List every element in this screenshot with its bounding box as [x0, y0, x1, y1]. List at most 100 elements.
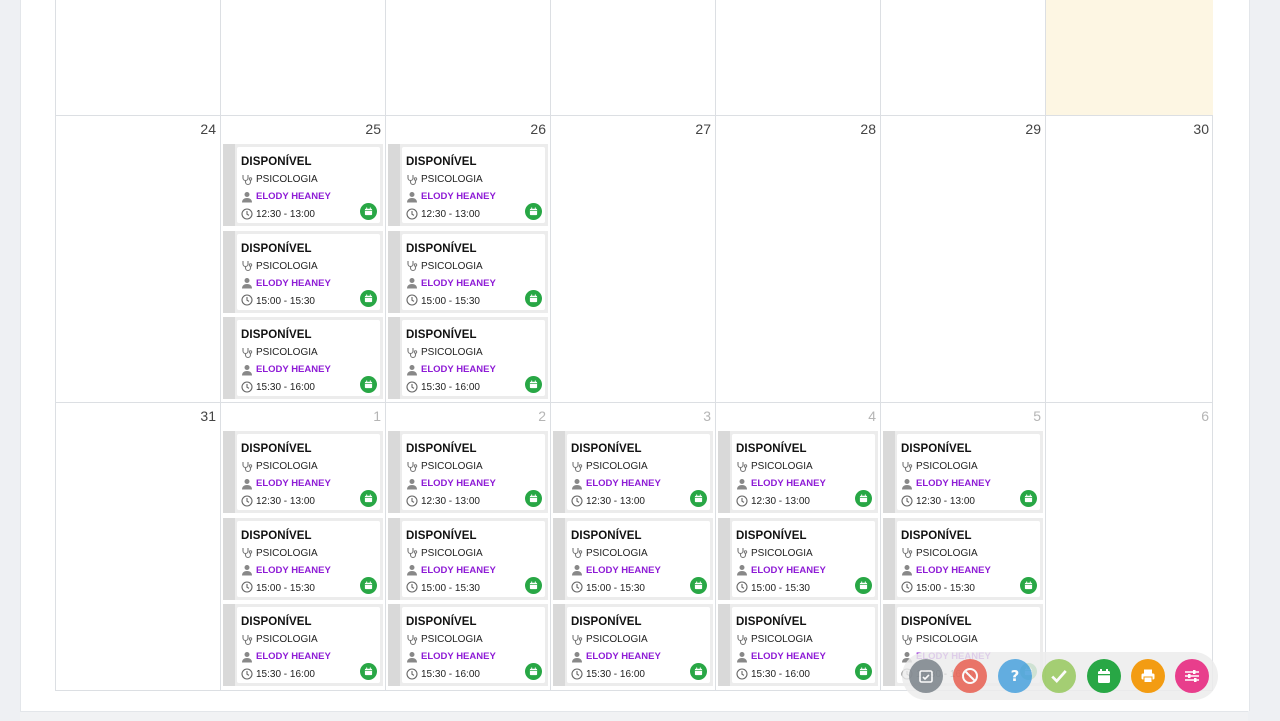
calendar-icon	[694, 494, 703, 503]
appointment-slot[interactable]: DISPONÍVEL PSICOLOGIA ELODY HEANEY 12:30…	[553, 431, 713, 513]
schedule-calendar-button[interactable]	[690, 490, 707, 507]
doctor-icon	[901, 478, 913, 490]
day-slot-list: DISPONÍVEL PSICOLOGIA ELODY HEANEY 12:30…	[553, 431, 713, 691]
cancel-button[interactable]	[953, 659, 987, 693]
calendar-day-cell[interactable]: 4 DISPONÍVEL PSICOLOGIA ELODY HEANEY 12:…	[716, 403, 881, 690]
filter-button[interactable]	[1175, 659, 1209, 693]
calendar-day-cell[interactable]: 1 DISPONÍVEL PSICOLOGIA ELODY HEANEY 12:…	[221, 403, 386, 690]
calendar-day-cell[interactable]	[716, 0, 881, 116]
appointment-slot[interactable]: DISPONÍVEL PSICOLOGIA ELODY HEANEY 15:00…	[883, 517, 1043, 600]
clock-icon	[406, 494, 418, 507]
stethoscope-icon	[241, 347, 253, 359]
schedule-calendar-button[interactable]	[525, 576, 542, 594]
appointment-slot[interactable]: DISPONÍVEL PSICOLOGIA ELODY HEANEY 15:30…	[718, 604, 878, 686]
calendar-day-cell[interactable]: 3 DISPONÍVEL PSICOLOGIA ELODY HEANEY 12:…	[551, 403, 716, 690]
appointment-slot[interactable]: DISPONÍVEL PSICOLOGIA ELODY HEANEY 12:30…	[388, 431, 548, 513]
schedule-calendar-button[interactable]	[1020, 490, 1037, 507]
appointment-slot[interactable]: DISPONÍVEL PSICOLOGIA ELODY HEANEY 15:30…	[223, 317, 383, 399]
check-button[interactable]	[1042, 659, 1076, 693]
calendar-icon	[1024, 580, 1033, 590]
calendar-day-cell[interactable]	[1046, 0, 1213, 116]
calendar-day-cell[interactable]	[56, 0, 221, 116]
appointment-slot[interactable]: DISPONÍVEL PSICOLOGIA ELODY HEANEY 15:00…	[223, 230, 383, 313]
schedule-calendar-button[interactable]	[525, 376, 542, 393]
calendar-day-cell[interactable]: 29	[881, 116, 1046, 403]
clock-icon	[406, 294, 418, 306]
stethoscope-icon	[241, 634, 253, 646]
schedule-calendar-button[interactable]	[525, 289, 542, 307]
calendar-icon	[694, 667, 703, 676]
schedule-calendar-button[interactable]	[690, 576, 707, 594]
calendar-day-cell[interactable]	[551, 0, 716, 116]
calendar-day-cell[interactable]: 24	[56, 116, 221, 403]
slot-specialty: PSICOLOGIA	[256, 347, 318, 358]
schedule-calendar-button[interactable]	[525, 490, 542, 507]
schedule-calendar-button[interactable]	[360, 376, 377, 393]
calendar-icon	[364, 580, 373, 590]
appointment-slot[interactable]: DISPONÍVEL PSICOLOGIA ELODY HEANEY 15:30…	[223, 604, 383, 686]
available-button[interactable]	[1087, 659, 1121, 693]
schedule-calendar-button[interactable]	[360, 663, 377, 680]
appointment-slot[interactable]: DISPONÍVEL PSICOLOGIA ELODY HEANEY 12:30…	[883, 431, 1043, 513]
appointment-slot[interactable]: DISPONÍVEL PSICOLOGIA ELODY HEANEY 15:00…	[718, 517, 878, 600]
slot-doctor: ELODY HEANEY	[421, 651, 496, 662]
calendar-day-cell[interactable]: 5 DISPONÍVEL PSICOLOGIA ELODY HEANEY 12:…	[881, 403, 1046, 690]
appointment-slot[interactable]: DISPONÍVEL PSICOLOGIA ELODY HEANEY 15:30…	[388, 604, 548, 686]
slot-specialty: PSICOLOGIA	[256, 461, 318, 472]
calendar-day-cell[interactable]: 25 DISPONÍVEL PSICOLOGIA ELODY HEANEY 12…	[221, 116, 386, 403]
calendar-check-icon	[918, 668, 934, 684]
appointment-slot[interactable]: DISPONÍVEL PSICOLOGIA ELODY HEANEY 12:30…	[223, 144, 383, 226]
slot-status: DISPONÍVEL	[736, 616, 807, 628]
schedule-calendar-button[interactable]	[690, 663, 707, 680]
calendar-day-cell[interactable]: 28	[716, 116, 881, 403]
slot-status: DISPONÍVEL	[901, 443, 972, 455]
schedule-calendar-button[interactable]	[855, 490, 872, 507]
schedule-calendar-button[interactable]	[855, 576, 872, 594]
calendar-day-cell[interactable]: 6	[1046, 403, 1213, 690]
calendar-icon	[529, 494, 538, 503]
stethoscope-icon	[241, 547, 253, 559]
calendar-day-cell[interactable]: 27	[551, 116, 716, 403]
appointment-slot[interactable]: DISPONÍVEL PSICOLOGIA ELODY HEANEY 15:30…	[553, 604, 713, 686]
doctor-icon	[571, 478, 583, 490]
schedule-calendar-button[interactable]	[360, 203, 377, 220]
slot-doctor: ELODY HEANEY	[586, 478, 661, 489]
slot-status: DISPONÍVEL	[736, 529, 807, 542]
calendar-icon	[364, 667, 373, 676]
schedule-calendar-button[interactable]	[360, 289, 377, 307]
schedule-calendar-button[interactable]	[1020, 576, 1037, 594]
appointment-slot[interactable]: DISPONÍVEL PSICOLOGIA ELODY HEANEY 15:00…	[388, 517, 548, 600]
schedule-calendar-button[interactable]	[360, 490, 377, 507]
appointment-slot[interactable]: DISPONÍVEL PSICOLOGIA ELODY HEANEY 12:30…	[718, 431, 878, 513]
appointment-slot[interactable]: DISPONÍVEL PSICOLOGIA ELODY HEANEY 12:30…	[223, 431, 383, 513]
stethoscope-icon	[406, 260, 418, 272]
stethoscope-icon	[406, 547, 418, 559]
calendar-day-cell[interactable]: 26 DISPONÍVEL PSICOLOGIA ELODY HEANEY 12…	[386, 116, 551, 403]
schedule-calendar-button[interactable]	[360, 576, 377, 594]
appointment-slot[interactable]: DISPONÍVEL PSICOLOGIA ELODY HEANEY 15:00…	[388, 230, 548, 313]
slot-time: 15:30 - 16:00	[421, 382, 480, 393]
slot-specialty: PSICOLOGIA	[916, 547, 978, 559]
schedule-calendar-button[interactable]	[525, 663, 542, 680]
slot-status: DISPONÍVEL	[241, 529, 312, 542]
svg-text:?: ?	[1011, 668, 1020, 684]
schedule-calendar-button[interactable]	[525, 203, 542, 220]
appointment-slot[interactable]: DISPONÍVEL PSICOLOGIA ELODY HEANEY 12:30…	[388, 144, 548, 226]
calendar-day-cell[interactable]: 31	[56, 403, 221, 690]
slot-card: DISPONÍVEL PSICOLOGIA ELODY HEANEY 15:00…	[567, 520, 710, 597]
appointment-slot[interactable]: DISPONÍVEL PSICOLOGIA ELODY HEANEY 15:00…	[553, 517, 713, 600]
doctor-icon	[736, 564, 748, 576]
appointment-slot[interactable]: DISPONÍVEL PSICOLOGIA ELODY HEANEY 15:30…	[388, 317, 548, 399]
calendar-day-cell[interactable]	[386, 0, 551, 116]
slot-status: DISPONÍVEL	[406, 242, 477, 255]
calendar-day-cell[interactable]	[221, 0, 386, 116]
schedule-calendar-button[interactable]	[855, 663, 872, 680]
confirm-check-button[interactable]	[909, 659, 943, 693]
calendar-day-cell[interactable]	[881, 0, 1046, 116]
slot-time: 12:30 - 13:00	[256, 209, 315, 220]
unknown-button[interactable]: ?	[998, 659, 1032, 693]
appointment-slot[interactable]: DISPONÍVEL PSICOLOGIA ELODY HEANEY 15:00…	[223, 517, 383, 600]
calendar-day-cell[interactable]: 2 DISPONÍVEL PSICOLOGIA ELODY HEANEY 12:…	[386, 403, 551, 690]
calendar-day-cell[interactable]: 30	[1046, 116, 1213, 403]
print-button[interactable]	[1131, 659, 1165, 693]
